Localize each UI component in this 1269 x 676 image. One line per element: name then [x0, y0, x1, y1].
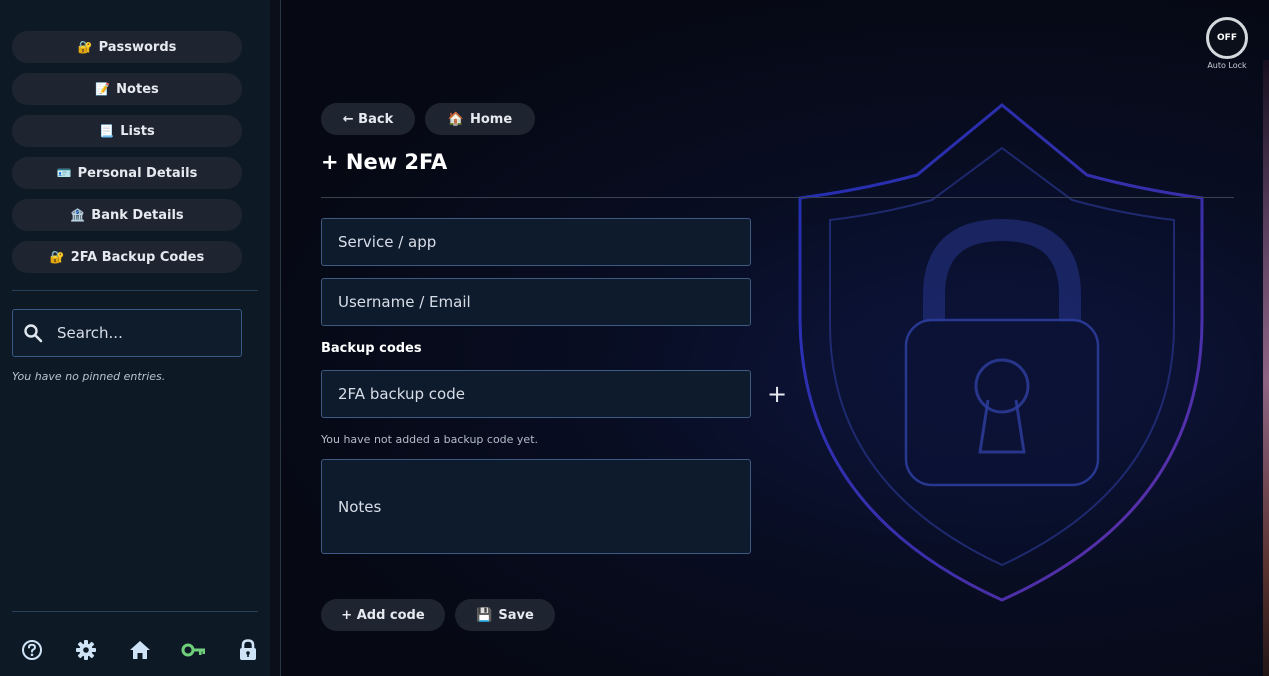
memo-emoji-icon: 📝: [95, 82, 111, 96]
floppy-disk-emoji-icon: 💾: [476, 607, 493, 623]
nav-passwords-button[interactable]: 🔐 Passwords: [12, 31, 242, 63]
sidebar-bottom-divider: [12, 611, 258, 612]
page-emoji-icon: 📃: [99, 124, 115, 138]
home-button[interactable]: 🏠 Home: [425, 103, 535, 135]
sidebar: 🔐 Passwords 📝 Notes 📃 Lists 🪪 Personal D…: [0, 0, 270, 676]
sidebar-bottom-toolbar: [12, 636, 258, 664]
key-icon[interactable]: [180, 636, 208, 664]
notes-textarea[interactable]: [321, 459, 751, 554]
nav-notes-button[interactable]: 📝 Notes: [12, 73, 242, 105]
bank-emoji-icon: 🏦: [70, 208, 86, 222]
nav-bank-details-button[interactable]: 🏦 Bank Details: [12, 199, 242, 231]
back-button-label: ← Back: [342, 111, 394, 127]
nav-notes-label: Notes: [116, 81, 159, 97]
help-icon[interactable]: [18, 636, 46, 664]
nav-2fa-backup-codes-label: 2FA Backup Codes: [70, 249, 205, 265]
search-input[interactable]: [57, 324, 227, 342]
backup-codes-heading: Backup codes: [321, 341, 422, 356]
nav-bank-details-label: Bank Details: [91, 207, 184, 223]
search-box: [12, 309, 242, 357]
add-backup-code-plus-button[interactable]: +: [766, 380, 788, 408]
home-icon[interactable]: [126, 636, 154, 664]
lock-emoji-icon: 🔐: [49, 250, 65, 264]
save-button[interactable]: 💾 Save: [455, 599, 555, 631]
home-button-label: Home: [470, 111, 513, 127]
shield-lock-illustration: [798, 103, 1204, 602]
add-code-button[interactable]: + Add code: [321, 599, 445, 631]
auto-lock-label: Auto Lock: [1207, 61, 1247, 70]
service-input[interactable]: [321, 218, 751, 266]
nav-lists-button[interactable]: 📃 Lists: [12, 115, 242, 147]
nav-lists-label: Lists: [120, 123, 155, 139]
nav-passwords-label: Passwords: [98, 39, 177, 55]
no-backup-codes-hint: You have not added a backup code yet.: [321, 433, 539, 446]
nav-2fa-backup-codes-button[interactable]: 🔐 2FA Backup Codes: [12, 241, 242, 273]
save-label: Save: [498, 607, 534, 623]
nav-personal-details-label: Personal Details: [77, 165, 198, 181]
back-button[interactable]: ← Back: [321, 103, 415, 135]
app: 🔐 Passwords 📝 Notes 📃 Lists 🪪 Personal D…: [0, 0, 1269, 676]
page-title: + New 2FA: [321, 150, 448, 174]
sidebar-edge: [270, 0, 281, 676]
lock-emoji-icon: 🔐: [77, 40, 93, 54]
window-edge-glow: [1263, 60, 1269, 676]
username-email-input[interactable]: [321, 278, 751, 326]
auto-lock-state: OFF: [1206, 17, 1248, 59]
lock-icon[interactable]: [234, 636, 262, 664]
main-panel: OFF Auto Lock ← Back 🏠 Home + New 2FA Ba…: [282, 0, 1269, 676]
auto-lock-toggle[interactable]: OFF Auto Lock: [1206, 17, 1248, 70]
title-divider: [321, 197, 1234, 198]
pinned-entries-note: You have no pinned entries.: [12, 370, 166, 383]
search-icon: [24, 324, 43, 343]
nav-personal-details-button[interactable]: 🪪 Personal Details: [12, 157, 242, 189]
id-card-emoji-icon: 🪪: [56, 166, 72, 180]
gear-icon[interactable]: [72, 636, 100, 664]
backup-code-input[interactable]: [321, 370, 751, 418]
house-emoji-icon: 🏠: [447, 111, 464, 127]
sidebar-divider: [12, 290, 258, 291]
add-code-label: + Add code: [341, 607, 425, 623]
